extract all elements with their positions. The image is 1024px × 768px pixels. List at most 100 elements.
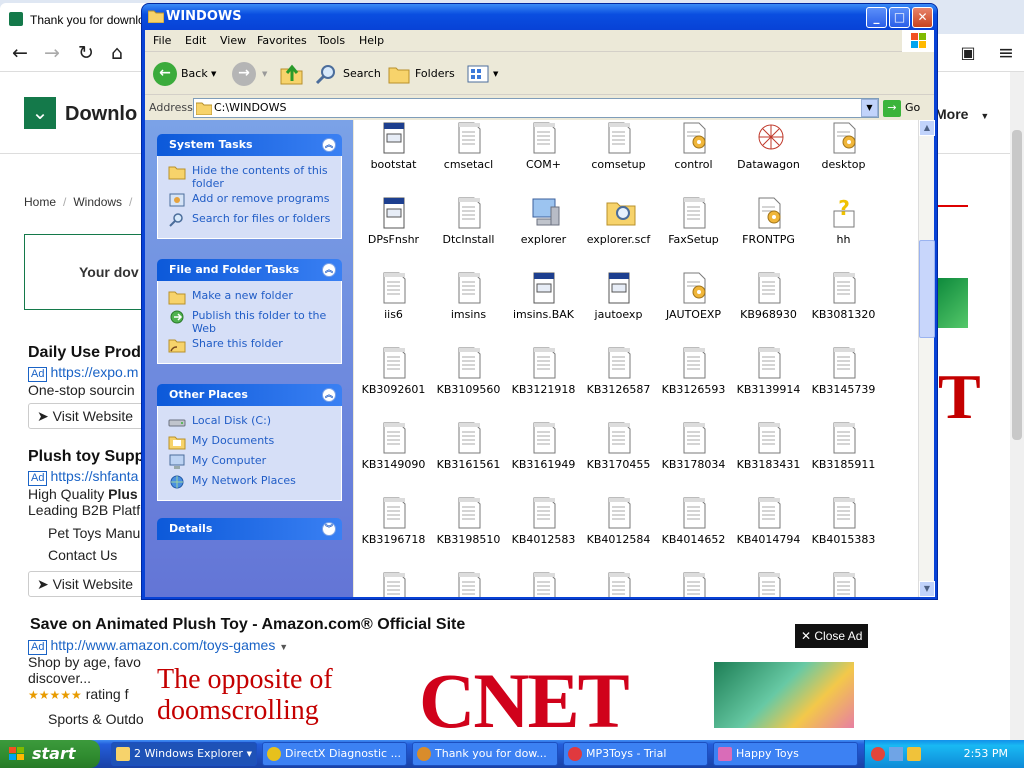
- file-item[interactable]: COM+: [506, 122, 581, 197]
- go-button[interactable]: → Go: [883, 99, 931, 117]
- file-item[interactable]: explorer: [506, 197, 581, 272]
- file-item[interactable]: KB3145739: [806, 347, 881, 422]
- file-item[interactable]: KB4015383: [806, 497, 881, 572]
- file-item[interactable]: KB3126593: [656, 347, 731, 422]
- home-icon[interactable]: ⌂: [103, 40, 131, 66]
- ad-url-text[interactable]: http://www.amazon.com/toys-games: [50, 637, 275, 653]
- ad-title-plush-toy[interactable]: Plush toy Supp: [28, 448, 144, 466]
- reader-view-icon[interactable]: ▣: [954, 40, 982, 66]
- file-item[interactable]: imsins.BAK: [506, 272, 581, 347]
- file-item[interactable]: KB3092601: [356, 347, 431, 422]
- ad-url-shfanta[interactable]: Ad https://shfanta: [28, 468, 138, 486]
- file-item[interactable]: bootstat: [356, 122, 431, 197]
- system-tasks-header[interactable]: System Tasks ︽: [157, 134, 342, 156]
- site-logo-text[interactable]: Downlo: [65, 103, 137, 126]
- close-ad-button[interactable]: ✕ Close Ad: [795, 624, 868, 648]
- file-item[interactable]: KB3170455: [581, 422, 656, 497]
- ad-sitelink-sports[interactable]: Sports & Outdo: [48, 711, 144, 727]
- file-item[interactable]: cmsetacl: [431, 122, 506, 197]
- back-arrow-icon[interactable]: ←: [6, 40, 34, 66]
- forward-button[interactable]: → ▼: [232, 61, 272, 87]
- file-item[interactable]: KB3161561: [431, 422, 506, 497]
- task-make-new-folder[interactable]: Make a new folder: [168, 289, 335, 307]
- task-add-remove-programs[interactable]: Add or remove programs: [168, 192, 335, 210]
- task-browser[interactable]: Thank you for dow...: [412, 742, 558, 766]
- task-mp3toys[interactable]: MP3Toys - Trial: [563, 742, 708, 766]
- file-item[interactable]: KB3126587: [581, 347, 656, 422]
- file-item[interactable]: [656, 572, 731, 597]
- ad-url-expo[interactable]: Ad https://expo.m: [28, 364, 138, 382]
- side-ad-image[interactable]: [938, 278, 968, 328]
- start-button[interactable]: start: [0, 740, 100, 768]
- tray-network-icon[interactable]: [889, 747, 903, 761]
- file-item[interactable]: [731, 572, 806, 597]
- file-item[interactable]: FRONTPG: [731, 197, 806, 272]
- browser-scrollbar-thumb[interactable]: [1012, 130, 1022, 440]
- file-item[interactable]: KB3149090: [356, 422, 431, 497]
- file-item[interactable]: KB4014794: [731, 497, 806, 572]
- download-logo-icon[interactable]: ⌄: [24, 97, 56, 129]
- file-item[interactable]: [581, 572, 656, 597]
- menu-file[interactable]: File: [153, 34, 171, 47]
- file-item[interactable]: KB3198510: [431, 497, 506, 572]
- scroll-down-arrow-icon[interactable]: ▼: [919, 581, 935, 597]
- collapse-chevron-icon[interactable]: ︽: [322, 388, 336, 402]
- file-item[interactable]: KB3178034: [656, 422, 731, 497]
- menu-view[interactable]: View: [220, 34, 246, 47]
- file-item[interactable]: Datawagon: [731, 122, 806, 197]
- place-local-disk[interactable]: Local Disk (C:): [168, 414, 335, 432]
- file-item[interactable]: KB3185911: [806, 422, 881, 497]
- file-item[interactable]: KB968930: [731, 272, 806, 347]
- side-ad-red-logo[interactable]: T: [938, 360, 981, 434]
- ad-title-daily-use[interactable]: Daily Use Prod: [28, 344, 141, 362]
- tray-security-icon[interactable]: [871, 747, 885, 761]
- more-menu-link[interactable]: More ▼: [935, 106, 989, 122]
- file-item[interactable]: iis6: [356, 272, 431, 347]
- file-item[interactable]: [356, 572, 431, 597]
- visit-website-button[interactable]: ➤ Visit Website: [28, 403, 148, 429]
- file-item[interactable]: KB3081320: [806, 272, 881, 347]
- breadcrumb-home[interactable]: Home: [24, 195, 56, 209]
- file-item[interactable]: imsins: [431, 272, 506, 347]
- place-my-computer[interactable]: My Computer: [168, 454, 335, 472]
- file-item[interactable]: KB4012583: [506, 497, 581, 572]
- file-item[interactable]: KB4012584: [581, 497, 656, 572]
- file-item[interactable]: ? hh: [806, 196, 881, 272]
- file-folder-tasks-header[interactable]: File and Folder Tasks ︽: [157, 259, 342, 281]
- file-item[interactable]: comsetup: [581, 122, 656, 197]
- menu-favorites[interactable]: Favorites: [257, 34, 307, 47]
- reload-icon[interactable]: ↻: [72, 40, 100, 66]
- expand-chevron-icon[interactable]: ︾: [322, 522, 336, 536]
- task-directx-diagnostic[interactable]: DirectX Diagnostic ...: [262, 742, 407, 766]
- file-item[interactable]: DPsFnshr: [356, 197, 431, 272]
- folders-button[interactable]: Folders: [388, 61, 455, 87]
- file-item[interactable]: KB3121918: [506, 347, 581, 422]
- back-button[interactable]: ← Back ▼: [153, 61, 219, 87]
- breadcrumb-windows[interactable]: Windows: [73, 195, 122, 209]
- task-windows-explorer[interactable]: 2 Windows Explorer ▼: [111, 742, 257, 766]
- file-item[interactable]: KB3139914: [731, 347, 806, 422]
- menu-edit[interactable]: Edit: [185, 34, 206, 47]
- up-folder-button[interactable]: [280, 61, 306, 87]
- place-my-documents[interactable]: My Documents: [168, 434, 335, 452]
- close-button[interactable]: ✕: [912, 7, 933, 28]
- title-bar[interactable]: WINDOWS _ □ ✕: [142, 4, 937, 30]
- file-item[interactable]: DtcInstall: [431, 197, 506, 272]
- minimize-button[interactable]: _: [866, 7, 887, 28]
- other-places-header[interactable]: Other Places ︽: [157, 384, 342, 406]
- file-item[interactable]: FaxSetup: [656, 197, 731, 272]
- file-item[interactable]: KB3183431: [731, 422, 806, 497]
- task-publish-to-web[interactable]: Publish this folder to the Web: [168, 309, 335, 335]
- file-item[interactable]: [806, 572, 881, 597]
- scroll-up-arrow-icon[interactable]: ▲: [919, 120, 935, 136]
- views-button[interactable]: ▼: [467, 61, 501, 87]
- ad-title-amazon[interactable]: Save on Animated Plush Toy - Amazon.com®…: [30, 616, 465, 634]
- file-item[interactable]: [431, 572, 506, 597]
- maximize-button[interactable]: □: [889, 7, 910, 28]
- search-button[interactable]: Search: [315, 61, 381, 87]
- address-dropdown-button[interactable]: ▼: [861, 99, 878, 117]
- task-search-files[interactable]: Search for files or folders: [168, 212, 335, 230]
- ad-sitelink-pet-toys[interactable]: Pet Toys Manu: [48, 525, 140, 541]
- scrollbar-thumb[interactable]: [919, 240, 935, 338]
- collapse-chevron-icon[interactable]: ︽: [322, 263, 336, 277]
